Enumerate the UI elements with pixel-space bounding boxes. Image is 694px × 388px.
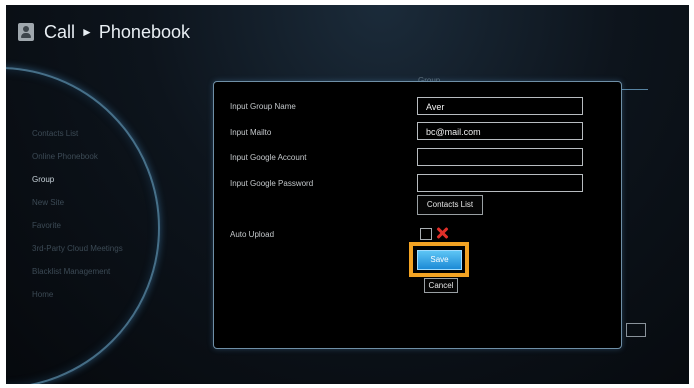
mailto-label: Input Mailto — [230, 128, 272, 137]
google-password-input[interactable] — [417, 174, 583, 192]
menu-item-group[interactable]: Group — [32, 168, 123, 191]
breadcrumb-call: Call — [44, 21, 76, 42]
group-name-input[interactable]: Aver — [417, 97, 583, 115]
group-dialog: Input Group Name Aver Input Mailto bc@ma… — [213, 81, 622, 349]
menu-item-favorite[interactable]: Favorite — [32, 214, 123, 237]
save-button[interactable]: Save — [417, 250, 462, 270]
menu-item-home[interactable]: Home — [32, 283, 123, 306]
red-x-icon — [435, 226, 449, 240]
mailto-input[interactable]: bc@mail.com — [417, 122, 583, 140]
background-field — [626, 323, 646, 337]
menu-item-new-site[interactable]: New Site — [32, 191, 123, 214]
google-account-input[interactable] — [417, 148, 583, 166]
breadcrumb-separator: ► — [81, 25, 93, 39]
auto-upload-label: Auto Upload — [230, 230, 275, 239]
breadcrumb-phonebook: Phonebook — [98, 21, 190, 42]
google-account-label: Input Google Account — [230, 153, 307, 162]
menu-item-contacts-list[interactable]: Contacts List — [32, 122, 123, 145]
contacts-list-button[interactable]: Contacts List — [417, 195, 483, 215]
google-password-label: Input Google Password — [230, 179, 314, 188]
auto-upload-checkbox[interactable] — [420, 228, 432, 240]
cancel-button[interactable]: Cancel — [424, 278, 458, 293]
group-name-label: Input Group Name — [230, 102, 296, 111]
menu-item-blacklist-management[interactable]: Blacklist Management — [32, 260, 123, 283]
side-menu: Contacts List Online Phonebook Group New… — [32, 122, 123, 306]
phonebook-screen: Call ► Phonebook Group Contacts List Onl… — [6, 5, 689, 384]
menu-item-3rd-party-cloud-meetings[interactable]: 3rd-Party Cloud Meetings — [32, 237, 123, 260]
phonebook-icon — [18, 23, 34, 41]
page-header: Call ► Phonebook — [18, 18, 190, 46]
menu-item-online-phonebook[interactable]: Online Phonebook — [32, 145, 123, 168]
